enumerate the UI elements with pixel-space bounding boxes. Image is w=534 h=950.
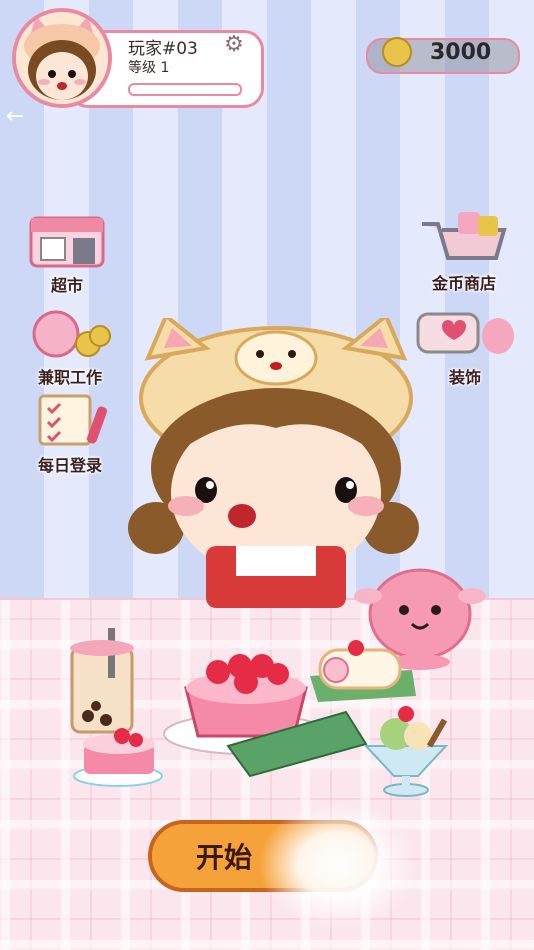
coin-shop-button[interactable]: 金币商店 xyxy=(414,206,514,294)
daily-login-label: 每日登录 xyxy=(37,456,102,475)
roll-cake xyxy=(310,640,416,702)
daily-login-button[interactable]: 每日登录 xyxy=(22,392,118,476)
daily-login-icon xyxy=(38,394,108,446)
experience-bar xyxy=(128,83,242,96)
player-level: 等级 1 xyxy=(128,60,170,76)
part-time-button[interactable]: 兼职工作 xyxy=(22,300,118,388)
decoration-button[interactable]: 装饰 xyxy=(410,300,520,388)
dessert-display xyxy=(70,628,449,797)
coin-icon xyxy=(382,37,412,67)
strawberry-cake xyxy=(73,728,163,787)
decoration-label: 装饰 xyxy=(448,368,481,387)
parfait xyxy=(363,706,449,797)
avatar-portrait-icon xyxy=(16,12,108,104)
player-avatar[interactable] xyxy=(12,8,112,108)
part-time-label: 兼职工作 xyxy=(37,368,102,387)
back-arrow-icon[interactable]: ← xyxy=(6,104,24,129)
coin-shop-label: 金币商店 xyxy=(431,274,496,293)
coin-shop-icon xyxy=(422,212,507,260)
main-character[interactable] xyxy=(126,318,426,608)
start-button-label: 开始 xyxy=(196,841,253,874)
settings-gear-icon[interactable]: ⚙ xyxy=(222,33,246,57)
bubble-tea xyxy=(70,628,134,734)
part-time-icon xyxy=(32,310,111,358)
decoration-icon xyxy=(416,312,514,354)
coin-value: 3000 xyxy=(430,40,492,65)
supermarket-label: 超市 xyxy=(50,276,83,295)
light-flare xyxy=(258,800,418,930)
player-name: 玩家#03 xyxy=(128,39,198,59)
supermarket-icon xyxy=(29,216,105,268)
supermarket-button[interactable]: 超市 xyxy=(22,208,112,296)
